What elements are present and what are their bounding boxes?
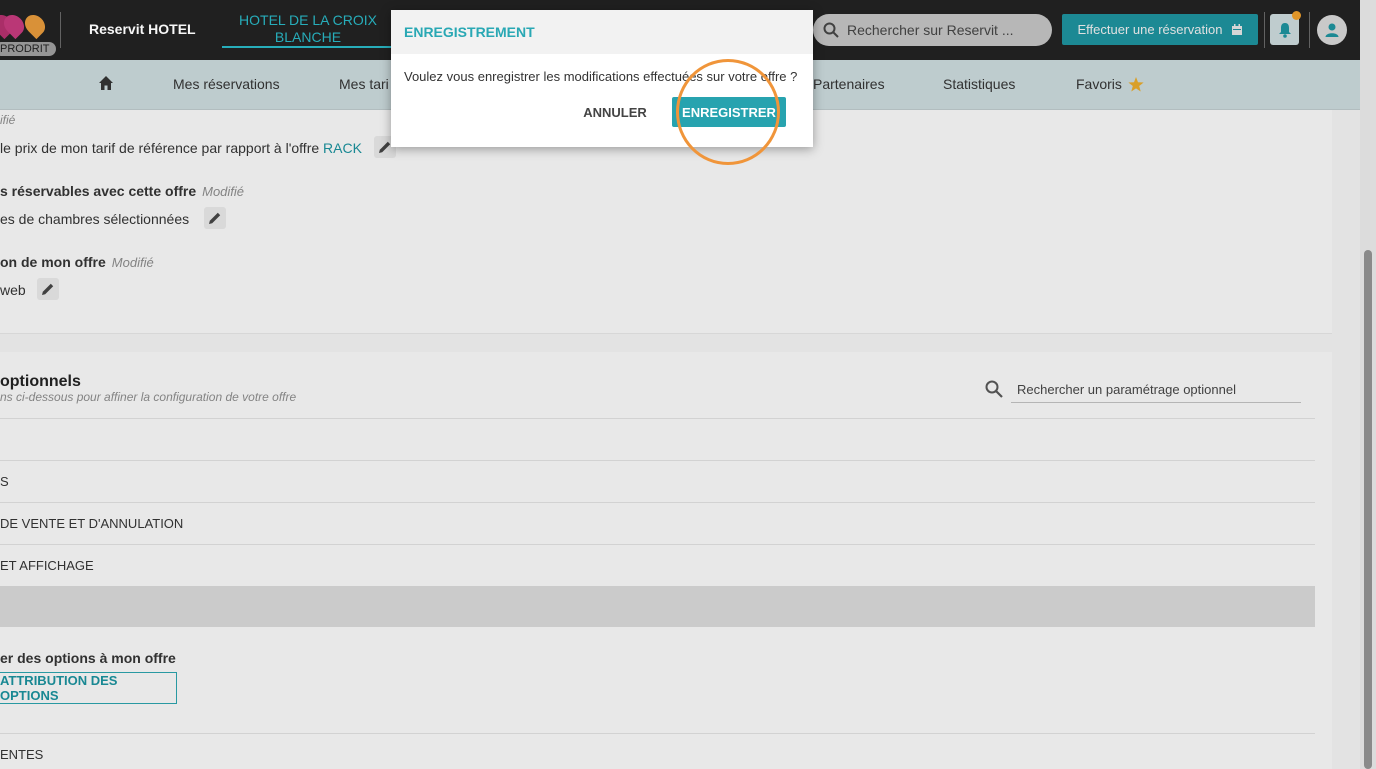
page-scrollbar[interactable] <box>1360 0 1376 769</box>
dialog-message: Voulez vous enregistrer les modification… <box>404 69 798 84</box>
cancel-button[interactable]: ANNULER <box>577 97 653 127</box>
scrollbar-thumb[interactable] <box>1364 250 1372 769</box>
dialog-header: ENREGISTREMENT <box>391 10 813 54</box>
save-button[interactable]: ENREGISTRER <box>672 97 786 127</box>
dialog-title: ENREGISTREMENT <box>404 24 535 40</box>
save-confirmation-dialog: ENREGISTREMENT Voulez vous enregistrer l… <box>391 10 813 147</box>
